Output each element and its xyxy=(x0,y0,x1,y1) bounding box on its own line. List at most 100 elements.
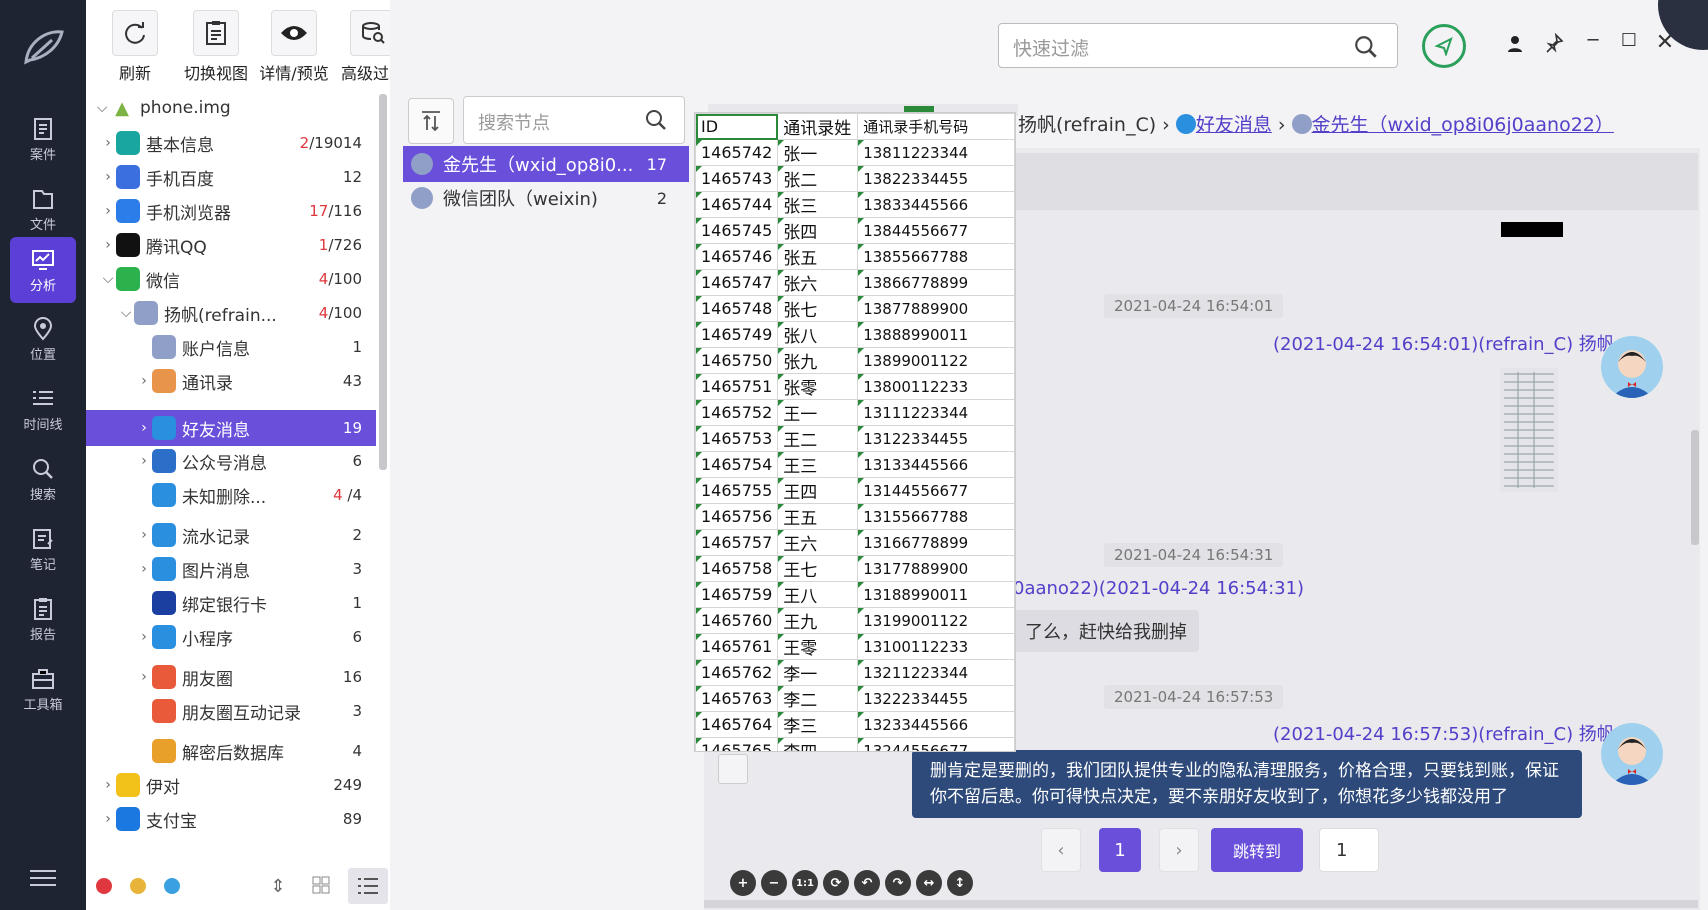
pin-icon[interactable] xyxy=(1544,33,1564,53)
tree-item-count: 1 xyxy=(352,338,376,356)
tree-item-label: 账户信息 xyxy=(182,339,250,360)
tree-scrollbar[interactable] xyxy=(379,94,387,470)
chevron-right-icon[interactable]: › xyxy=(136,561,152,577)
chevron-right-icon[interactable]: › xyxy=(136,373,152,389)
chevron-down-icon[interactable]: ⌵ xyxy=(118,305,134,321)
switch-view-label: 切换视图 xyxy=(183,64,248,83)
tree-item[interactable]: › 朋友圈 16 xyxy=(86,660,376,694)
chevron-right-icon[interactable]: › xyxy=(100,135,116,151)
rotate-left-icon[interactable]: ↶ xyxy=(854,870,880,896)
rail-item-case[interactable]: 案件 xyxy=(10,106,76,172)
maximize-icon[interactable]: ☐ xyxy=(1616,30,1642,56)
tree-item[interactable]: › 支付宝 89 xyxy=(86,802,376,836)
rail-item-note[interactable]: 笔记 xyxy=(10,516,76,582)
breadcrumb-part1[interactable]: 扬帆(refrain_C) xyxy=(1018,114,1156,136)
tree-item[interactable]: › 腾讯QQ 1/726 xyxy=(86,228,376,262)
tree-item[interactable]: 绑定银行卡 1 xyxy=(86,586,376,620)
refresh-icon xyxy=(112,10,158,56)
quick-filter-input[interactable]: 快速过滤 xyxy=(998,23,1398,68)
chevron-right-icon[interactable]: › xyxy=(136,453,152,469)
refresh-button[interactable]: 刷新 xyxy=(110,10,160,84)
chevron-down-icon[interactable]: ⌵ xyxy=(100,271,116,287)
tree-item-total: 1 xyxy=(352,338,362,356)
chevron-right-icon[interactable]: › xyxy=(100,169,116,185)
app-icon xyxy=(116,165,140,189)
tree-item[interactable]: › 手机百度 12 xyxy=(86,160,376,194)
chevron-right-icon[interactable]: › xyxy=(100,237,116,253)
rail-item-search[interactable]: 搜索 xyxy=(10,446,76,512)
cell-flag-icon xyxy=(696,738,702,744)
rail-item-timeline[interactable]: 时间线 xyxy=(10,376,76,442)
prev-page-button[interactable]: ‹ xyxy=(1041,828,1081,872)
flip-vertical-icon[interactable]: ↕ xyxy=(947,870,973,896)
tree-item[interactable]: › 小程序 6 xyxy=(86,620,376,654)
breadcrumb-part2[interactable]: 好友消息 xyxy=(1196,114,1272,136)
tree-item[interactable]: › 通讯录 43 xyxy=(86,364,376,398)
sheet-cell-text: 1465750 xyxy=(701,351,773,370)
search-icon[interactable] xyxy=(1353,34,1379,60)
tree-item[interactable]: › 基本信息 2/19014 xyxy=(86,126,376,160)
rail-item-toolbox[interactable]: 工具箱 xyxy=(10,656,76,722)
tree-item[interactable]: 朋友圈互动记录 3 xyxy=(86,694,376,728)
tree-item[interactable]: › 伊对 249 xyxy=(86,768,376,802)
chevron-right-icon[interactable]: › xyxy=(100,811,116,827)
sheet-cell-text: 13111223344 xyxy=(863,403,969,422)
page-number-input[interactable]: 1 xyxy=(1319,828,1379,872)
message-sender: (2021-04-24 16:54:01)(refrain_C) 扬帆 xyxy=(1273,334,1615,355)
minimize-icon[interactable]: ─ xyxy=(1580,30,1606,56)
actual-size-icon[interactable]: 1:1 xyxy=(792,870,818,896)
flip-horizontal-icon[interactable]: ↔ xyxy=(916,870,942,896)
chevron-right-icon[interactable]: › xyxy=(100,203,116,219)
rail-item-folder[interactable]: 文件 xyxy=(10,176,76,242)
tree-root-phone-img[interactable]: ⌵ ▲ phone.img xyxy=(94,91,384,125)
reset-icon[interactable]: ⟳ xyxy=(823,870,849,896)
tree-item[interactable]: › 图片消息 3 xyxy=(86,552,376,586)
chat-scrollbar[interactable] xyxy=(1691,430,1699,545)
zoom-in-icon[interactable]: + xyxy=(730,870,756,896)
tree-item[interactable]: ⌵ 微信 4/100 xyxy=(86,262,376,296)
tree-item[interactable]: › 公众号消息 6 xyxy=(86,444,376,478)
red-dot-icon[interactable] xyxy=(96,878,112,894)
rail-item-location[interactable]: 位置 xyxy=(10,306,76,372)
tree-item[interactable]: › 好友消息 19 xyxy=(86,410,376,446)
tree-item[interactable]: 解密后数据库 4 xyxy=(86,734,376,768)
blue-dot-icon[interactable] xyxy=(164,878,180,894)
breadcrumb-part3[interactable]: 金先生（wxid_op8i06j0aano22） xyxy=(1312,114,1614,136)
chevron-right-icon[interactable]: › xyxy=(136,420,152,436)
tree-item[interactable]: 账户信息 1 xyxy=(86,330,376,364)
zoom-out-icon[interactable]: − xyxy=(761,870,787,896)
tree-item[interactable]: ⌵ 扬帆(refrain... 4/100 xyxy=(86,296,376,330)
collapse-all-icon[interactable]: ⇕ xyxy=(268,876,288,897)
horizontal-scrollbar[interactable] xyxy=(704,900,1698,908)
rail-item-analysis[interactable]: 分析 xyxy=(10,237,76,303)
rail-item-report[interactable]: 报告 xyxy=(10,586,76,652)
user-icon[interactable] xyxy=(1506,34,1524,54)
chevron-right-icon[interactable]: › xyxy=(136,629,152,645)
contact-list-item[interactable]: 金先生（wxid_op8i0... 17 xyxy=(403,146,689,182)
menu-icon[interactable] xyxy=(30,868,56,888)
sheet-cell: 李一 xyxy=(777,659,859,686)
switch-view-button[interactable]: 切换视图 xyxy=(178,10,254,84)
contact-list-item[interactable]: 微信团队（weixin) 2 xyxy=(403,180,689,216)
yellow-dot-icon[interactable] xyxy=(130,878,146,894)
tree-item[interactable]: › 手机浏览器 17/116 xyxy=(86,194,376,228)
status-indicator-icon[interactable] xyxy=(1422,24,1466,68)
image-thumbnail[interactable] xyxy=(1500,368,1558,492)
list-view-button[interactable] xyxy=(348,868,388,904)
next-page-button[interactable]: › xyxy=(1159,828,1199,872)
chevron-down-icon[interactable]: ⌵ xyxy=(94,100,110,116)
current-page-button[interactable]: 1 xyxy=(1099,828,1141,872)
select-checkbox[interactable] xyxy=(718,754,748,784)
rotate-right-icon[interactable]: ↷ xyxy=(885,870,911,896)
tree-item[interactable]: › 流水记录 2 xyxy=(86,518,376,552)
chevron-right-icon[interactable]: › xyxy=(136,527,152,543)
grid-view-icon[interactable] xyxy=(312,876,332,896)
sort-button[interactable] xyxy=(408,98,454,144)
chevron-right-icon[interactable]: › xyxy=(136,669,152,685)
jump-to-button[interactable]: 跳转到 xyxy=(1211,828,1303,872)
detail-preview-button[interactable]: 详情/预览 xyxy=(254,10,334,84)
search-icon[interactable] xyxy=(644,108,668,132)
spreadsheet-preview[interactable]: ID 通讯录姓 通讯录手机号码 1465742 张一 13811223344 1465743… xyxy=(694,112,1016,752)
chevron-right-icon[interactable]: › xyxy=(100,777,116,793)
tree-item[interactable]: 未知删除... 4 /4 xyxy=(86,478,376,512)
